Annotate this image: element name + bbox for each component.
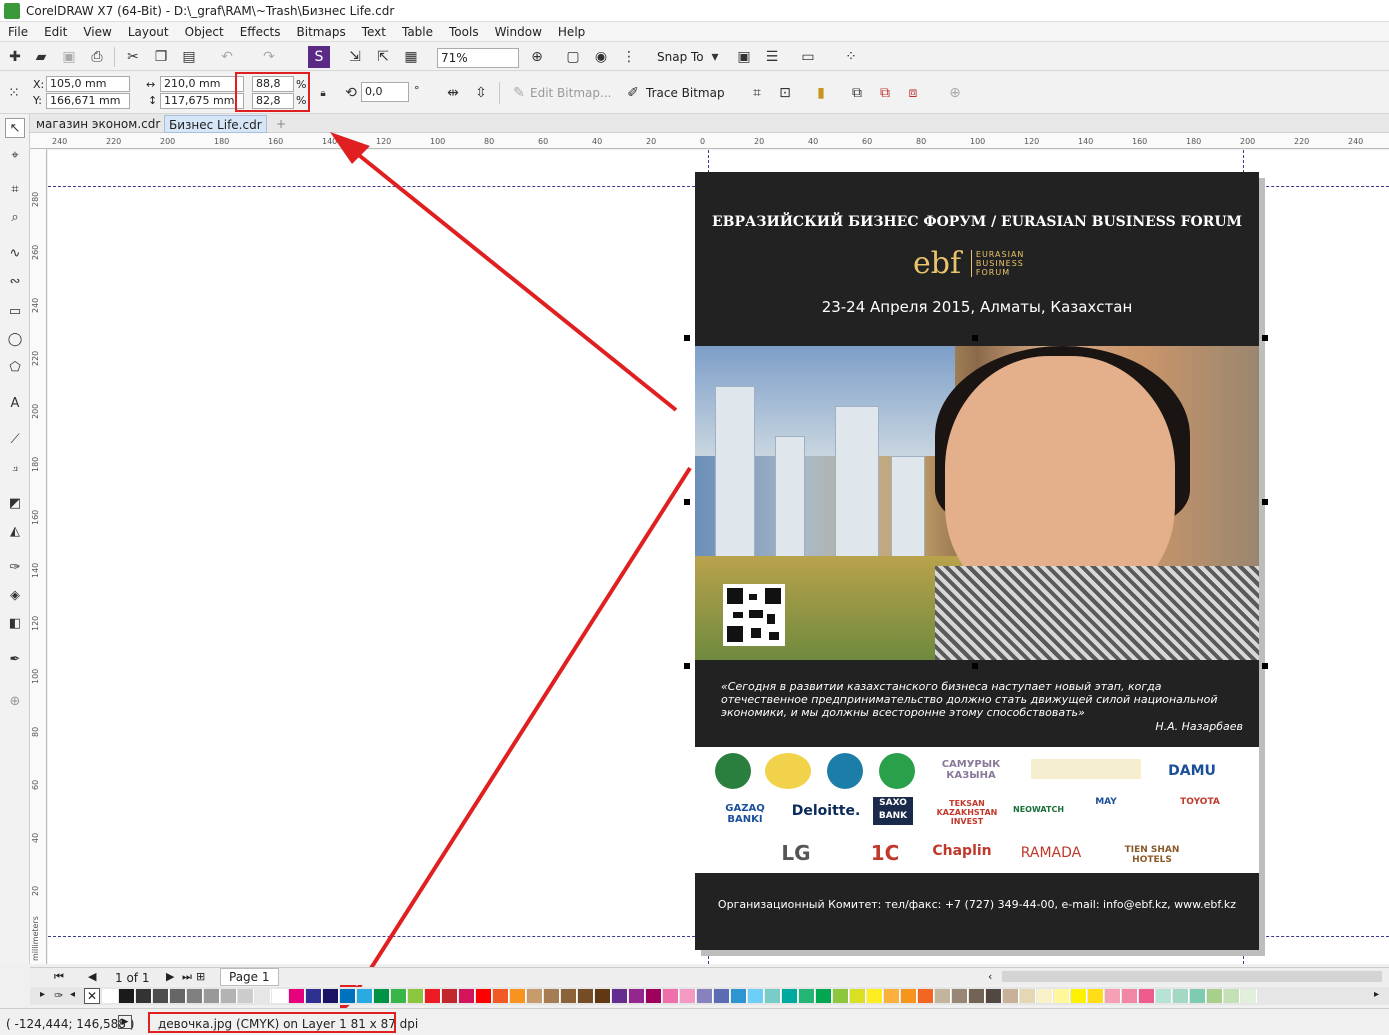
color-swatch[interactable] — [1224, 989, 1240, 1003]
color-swatch[interactable] — [1190, 989, 1206, 1003]
color-swatch[interactable] — [1139, 989, 1155, 1003]
palette-swatches — [102, 987, 1362, 1005]
color-swatch[interactable] — [697, 989, 713, 1003]
color-swatch[interactable] — [340, 989, 356, 1003]
color-swatch[interactable] — [867, 989, 883, 1003]
color-swatch[interactable] — [799, 989, 815, 1003]
color-swatch[interactable] — [816, 989, 832, 1003]
annotation-box-status — [148, 1012, 396, 1033]
color-swatch[interactable] — [102, 989, 118, 1003]
color-swatch[interactable] — [833, 989, 849, 1003]
color-swatch[interactable] — [408, 989, 424, 1003]
annotation-arrows — [330, 132, 692, 1014]
color-swatch[interactable] — [1003, 989, 1019, 1003]
status-bar: ( -124,444; 146,588 ) ▶ девочка.jpg (CMY… — [0, 1008, 1389, 1035]
color-swatch[interactable] — [561, 989, 577, 1003]
color-swatch[interactable] — [1173, 989, 1189, 1003]
color-swatch[interactable] — [1156, 989, 1172, 1003]
horizontal-scrollbar[interactable] — [1002, 971, 1382, 982]
color-swatch[interactable] — [153, 989, 169, 1003]
color-swatch[interactable] — [1122, 989, 1138, 1003]
color-swatch[interactable] — [119, 989, 135, 1003]
color-swatch[interactable] — [476, 989, 492, 1003]
color-swatch[interactable] — [1071, 989, 1087, 1003]
color-swatch[interactable] — [1088, 989, 1104, 1003]
color-swatch[interactable] — [663, 989, 679, 1003]
page-tab[interactable]: Page 1 — [220, 968, 279, 986]
color-swatch[interactable] — [272, 989, 288, 1003]
palette-scroll-icon[interactable]: ◂ — [70, 989, 75, 1000]
color-swatch[interactable] — [544, 989, 560, 1003]
arrow-to-scale — [348, 146, 678, 412]
page-prev-icon[interactable]: ◀ — [88, 970, 96, 983]
color-swatch[interactable] — [374, 989, 390, 1003]
color-swatch[interactable] — [527, 989, 543, 1003]
color-swatch[interactable] — [221, 989, 237, 1003]
color-swatch[interactable] — [357, 989, 373, 1003]
color-swatch[interactable] — [595, 989, 611, 1003]
color-swatch[interactable] — [646, 989, 662, 1003]
color-palette: ▸ ✑ ◂ ✕ ▸ — [30, 987, 1389, 1005]
scroll-left-icon[interactable]: ‹ — [988, 970, 992, 983]
page-next-icon[interactable]: ▶ — [166, 970, 174, 983]
color-swatch[interactable] — [748, 989, 764, 1003]
color-swatch[interactable] — [918, 989, 934, 1003]
page-start-icon[interactable]: ⏮ — [54, 970, 64, 984]
color-swatch[interactable] — [680, 989, 696, 1003]
color-swatch[interactable] — [731, 989, 747, 1003]
color-swatch[interactable] — [459, 989, 475, 1003]
arrow-to-status — [350, 466, 692, 1000]
play-icon[interactable]: ▶ — [118, 1015, 132, 1029]
color-swatch[interactable] — [850, 989, 866, 1003]
color-swatch[interactable] — [136, 989, 152, 1003]
color-swatch[interactable] — [578, 989, 594, 1003]
color-swatch[interactable] — [442, 989, 458, 1003]
page-navigator: ⏮ ◀ 1 of 1 ▶ ⏭ ⊞ Page 1 ‹ — [30, 967, 1389, 986]
color-swatch[interactable] — [901, 989, 917, 1003]
color-swatch[interactable] — [782, 989, 798, 1003]
color-swatch[interactable] — [510, 989, 526, 1003]
color-swatch[interactable] — [204, 989, 220, 1003]
palette-arrow-icon[interactable]: ▸ — [40, 989, 45, 1000]
color-swatch[interactable] — [425, 989, 441, 1003]
color-swatch[interactable] — [969, 989, 985, 1003]
page-end-icon[interactable]: ⏭ — [182, 970, 192, 984]
color-swatch[interactable] — [1207, 989, 1223, 1003]
page-count: 1 of 1 — [115, 971, 150, 985]
no-color-swatch-icon[interactable]: ✕ — [84, 988, 100, 1004]
color-swatch[interactable] — [1241, 989, 1257, 1003]
color-swatch[interactable] — [323, 989, 339, 1003]
add-page-icon[interactable]: ⊞ — [196, 970, 205, 983]
color-swatch[interactable] — [935, 989, 951, 1003]
color-swatch[interactable] — [884, 989, 900, 1003]
color-swatch[interactable] — [629, 989, 645, 1003]
color-swatch[interactable] — [1105, 989, 1121, 1003]
color-swatch[interactable] — [765, 989, 781, 1003]
color-swatch[interactable] — [391, 989, 407, 1003]
color-swatch[interactable] — [306, 989, 322, 1003]
color-swatch[interactable] — [289, 989, 305, 1003]
color-swatch[interactable] — [952, 989, 968, 1003]
color-swatch[interactable] — [255, 989, 271, 1003]
color-swatch[interactable] — [1054, 989, 1070, 1003]
color-swatch[interactable] — [1037, 989, 1053, 1003]
eyedropper-icon[interactable]: ✑ — [54, 989, 63, 1002]
color-swatch[interactable] — [1020, 989, 1036, 1003]
color-swatch[interactable] — [493, 989, 509, 1003]
color-swatch[interactable] — [612, 989, 628, 1003]
cursor-coordinates: ( -124,444; 146,588 ) — [6, 1017, 135, 1031]
color-swatch[interactable] — [714, 989, 730, 1003]
palette-expand-icon[interactable]: ▸ — [1374, 989, 1379, 1000]
color-swatch[interactable] — [170, 989, 186, 1003]
color-swatch[interactable] — [986, 989, 1002, 1003]
color-swatch[interactable] — [238, 989, 254, 1003]
color-swatch[interactable] — [187, 989, 203, 1003]
